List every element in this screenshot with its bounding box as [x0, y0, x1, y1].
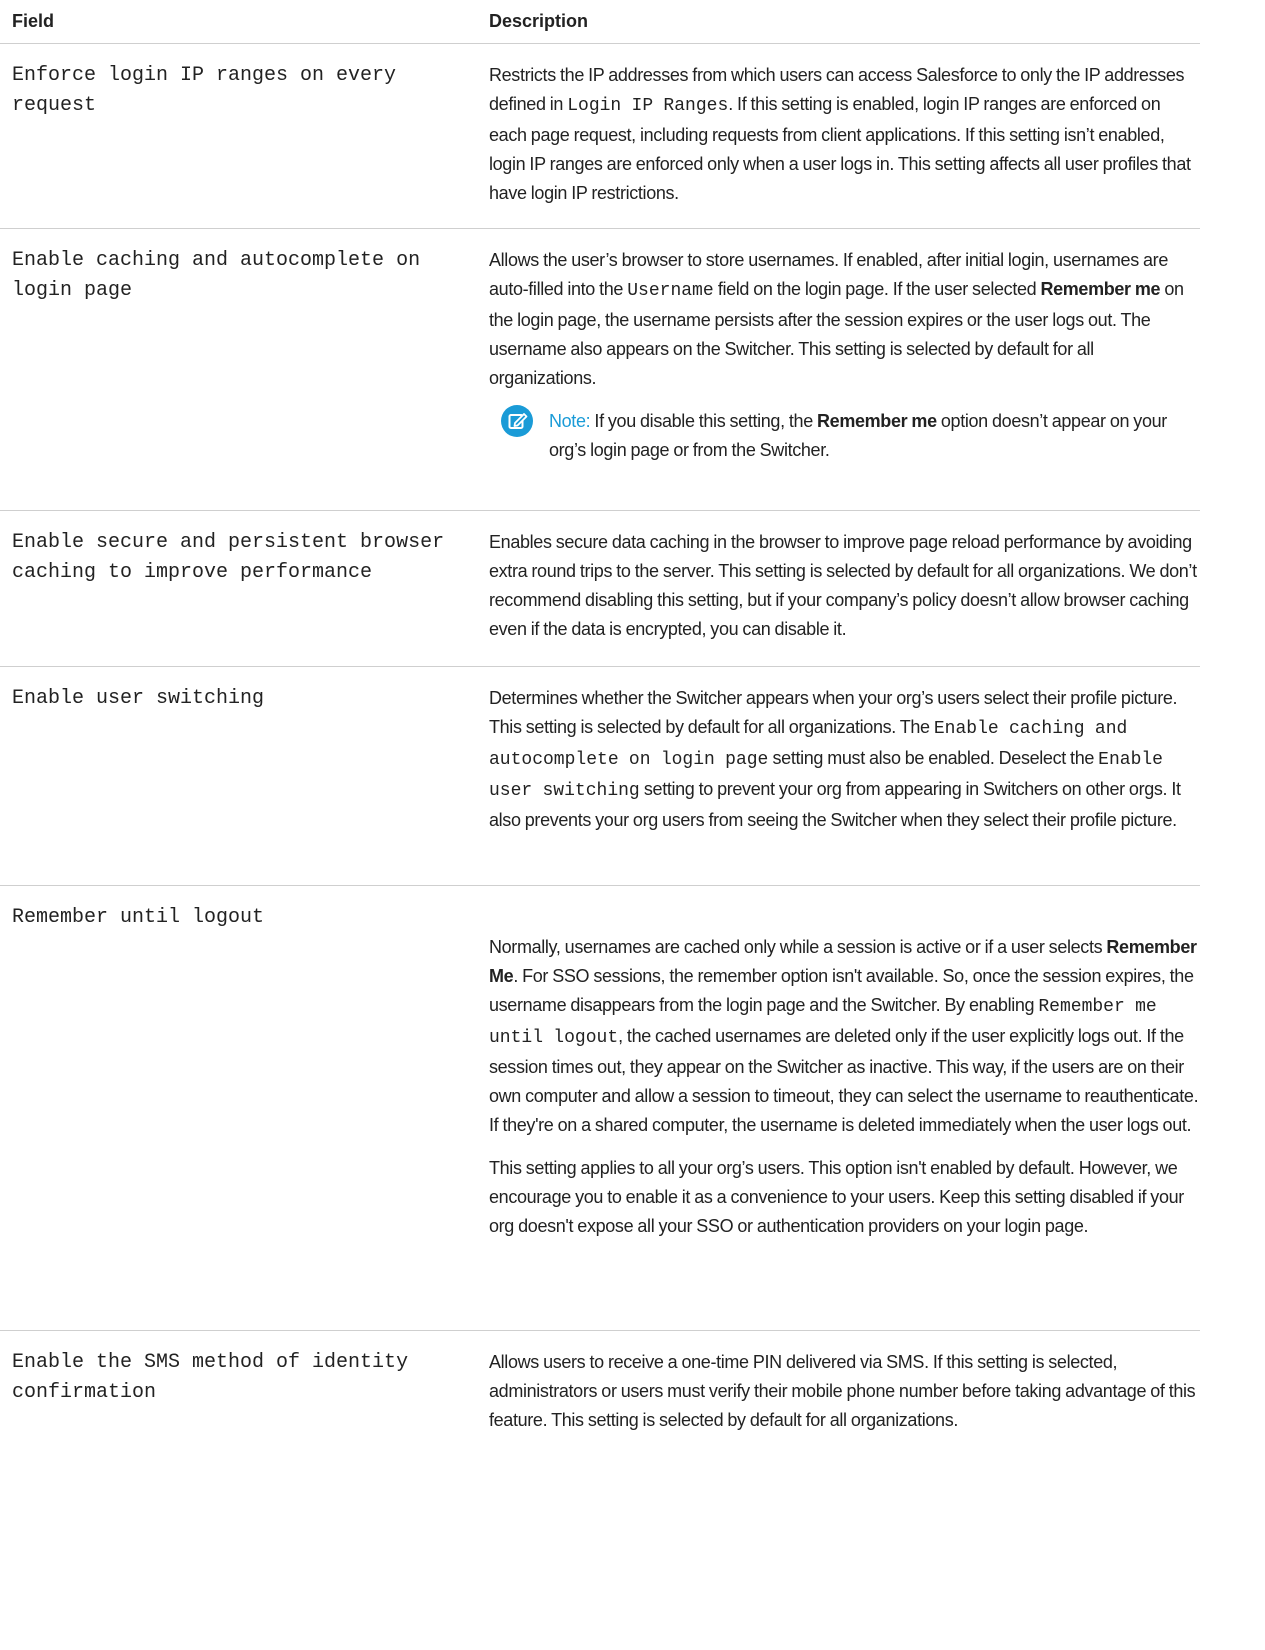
note-text: Note: If you disable this setting, the R… [549, 411, 1167, 460]
field-description: Restricts the IP addresses from which us… [489, 65, 1191, 203]
field-description: Enables secure data caching in the brows… [489, 532, 1197, 639]
field-description: Allows the user’s browser to store usern… [489, 246, 1200, 510]
field-name: Enable the SMS method of identity confir… [12, 1351, 409, 1404]
table-row: Remember until logout Normally, username… [0, 886, 1200, 1331]
field-description: Allows users to receive a one-time PIN d… [489, 1352, 1196, 1430]
field-name: Enable secure and persistent browser cac… [12, 531, 445, 584]
table-row: Enable the SMS method of identity confir… [0, 1331, 1200, 1486]
column-header-description: Description [489, 11, 589, 31]
settings-table: Field Description Enforce login IP range… [0, 0, 1200, 1486]
column-header-field: Field [12, 11, 55, 31]
field-description: Determines whether the Switcher appears … [489, 688, 1181, 830]
table-row: Enable user switching Determines whether… [0, 667, 1200, 886]
inline-code: Login IP Ranges [567, 96, 729, 116]
field-name: Enable user switching [12, 687, 265, 710]
field-name: Enforce login IP ranges on every request [12, 64, 397, 117]
table-row: Enforce login IP ranges on every request… [0, 44, 1200, 229]
note-edit-icon [501, 405, 533, 437]
inline-code: Username [627, 281, 714, 301]
bold-term: Remember me [1040, 279, 1161, 299]
table-row: Enable caching and autocomplete on login… [0, 229, 1200, 511]
table-header: Field Description [0, 0, 1200, 44]
description-paragraph: This setting applies to all your org’s u… [489, 1158, 1184, 1236]
field-name: Enable caching and autocomplete on login… [12, 249, 421, 302]
note-label: Note: [549, 411, 591, 431]
bold-term: Remember me [817, 411, 937, 431]
field-name: Remember until logout [12, 906, 265, 929]
field-description: Normally, usernames are cached only whil… [489, 903, 1200, 1330]
table-row: Enable secure and persistent browser cac… [0, 511, 1200, 667]
note-callout: Note: If you disable this setting, the R… [489, 405, 1200, 465]
